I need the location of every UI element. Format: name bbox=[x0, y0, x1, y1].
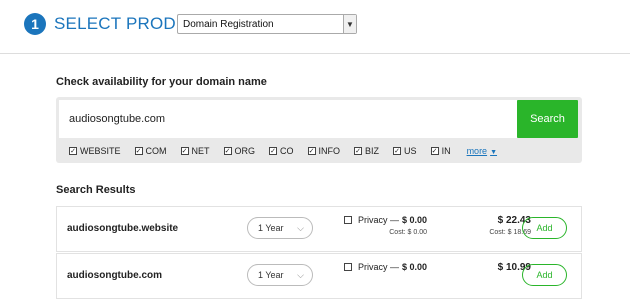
term-value: 1 Year bbox=[258, 270, 284, 280]
tld-option-net[interactable]: ✓ NET bbox=[180, 146, 210, 156]
tld-option-biz[interactable]: ✓ BIZ bbox=[354, 146, 379, 156]
caret-down-icon: ▼ bbox=[490, 149, 498, 156]
privacy-option: Privacy — $ 0.00 Cost: $ 0.00 bbox=[344, 215, 427, 236]
tld-option-us[interactable]: ✓ US bbox=[393, 146, 417, 156]
tld-option-info[interactable]: ✓ INFO bbox=[307, 146, 341, 156]
tld-filter-row: ✓ WEBSITE ✓ COM ✓ NET ✓ ORG ✓ CO ✓ INFO ✓ BIZ ✓… bbox=[69, 145, 497, 157]
tld-option-in[interactable]: ✓ IN bbox=[430, 146, 451, 156]
domain-price: $ 10.99 bbox=[453, 262, 531, 276]
tld-option-co[interactable]: ✓ CO bbox=[269, 146, 294, 156]
domain-price: $ 22.43 Cost: $ 18.69 bbox=[453, 215, 531, 236]
add-button[interactable]: Add bbox=[522, 264, 567, 286]
tld-label: CO bbox=[280, 146, 294, 156]
checkbox-icon[interactable]: ✓ bbox=[354, 147, 363, 155]
domain-search-panel: audiosongtube.com Search ✓ WEBSITE ✓ COM ✓… bbox=[56, 97, 582, 163]
chevron-down-icon: ▼ bbox=[343, 15, 356, 33]
privacy-price: $ 0.00 bbox=[402, 262, 428, 272]
tld-label: US bbox=[404, 146, 417, 156]
privacy-label: Privacy — bbox=[358, 215, 400, 225]
privacy-label: Privacy — bbox=[358, 262, 400, 272]
tld-label: INFO bbox=[318, 146, 341, 156]
privacy-option: Privacy — $ 0.00 bbox=[344, 262, 427, 276]
chevron-down-icon: ⌵ bbox=[297, 270, 304, 280]
more-tlds-link[interactable]: more ▼ bbox=[467, 146, 497, 156]
tld-option-com[interactable]: ✓ COM bbox=[134, 146, 167, 156]
product-select[interactable]: Domain Registration ▼ bbox=[177, 14, 357, 34]
privacy-checkbox[interactable] bbox=[344, 263, 352, 271]
checkbox-icon[interactable]: ✓ bbox=[269, 147, 278, 155]
privacy-cost: Cost: $ 0.00 bbox=[389, 229, 427, 236]
step-number-badge: 1 bbox=[24, 13, 46, 35]
privacy-price: $ 0.00 bbox=[402, 215, 428, 225]
privacy-checkbox[interactable] bbox=[344, 216, 352, 224]
domain-search-input[interactable]: audiosongtube.com bbox=[59, 100, 517, 138]
checkbox-icon[interactable]: ✓ bbox=[393, 147, 402, 155]
price-value: $ 22.43 bbox=[497, 215, 531, 226]
checkbox-icon[interactable]: ✓ bbox=[307, 147, 316, 155]
term-value: 1 Year bbox=[258, 223, 284, 233]
checkbox-icon[interactable]: ✓ bbox=[223, 147, 232, 155]
availability-title: Check availability for your domain name bbox=[56, 76, 267, 88]
checkbox-icon[interactable]: ✓ bbox=[134, 147, 143, 155]
price-value: $ 10.99 bbox=[497, 262, 531, 273]
more-label: more bbox=[466, 146, 488, 156]
chevron-down-icon: ⌵ bbox=[297, 223, 304, 233]
tld-option-website[interactable]: ✓ WEBSITE bbox=[69, 146, 121, 156]
term-select[interactable]: 1 Year ⌵ bbox=[247, 217, 313, 239]
result-row: audiosongtube.website 1 Year ⌵ Privacy —… bbox=[56, 206, 582, 252]
result-domain: audiosongtube.website bbox=[67, 223, 179, 234]
tld-label: COM bbox=[145, 146, 167, 156]
tld-label: NET bbox=[191, 146, 210, 156]
product-select-value: Domain Registration bbox=[183, 18, 274, 30]
search-button[interactable]: Search bbox=[517, 100, 578, 138]
result-row: audiosongtube.com 1 Year ⌵ Privacy — $ 0… bbox=[56, 253, 582, 299]
tld-label: WEBSITE bbox=[80, 146, 121, 156]
tld-label: BIZ bbox=[365, 146, 380, 156]
add-button[interactable]: Add bbox=[522, 217, 567, 239]
tld-label: IN bbox=[441, 146, 451, 156]
checkbox-icon[interactable]: ✓ bbox=[430, 147, 439, 155]
checkbox-icon[interactable]: ✓ bbox=[180, 147, 189, 155]
term-select[interactable]: 1 Year ⌵ bbox=[247, 264, 313, 286]
tld-label: ORG bbox=[234, 146, 256, 156]
result-domain: audiosongtube.com bbox=[67, 270, 162, 281]
results-title: Search Results bbox=[56, 184, 136, 196]
tld-option-org[interactable]: ✓ ORG bbox=[223, 146, 256, 156]
checkbox-icon[interactable]: ✓ bbox=[69, 147, 77, 155]
price-cost: Cost: $ 18.69 bbox=[489, 229, 531, 236]
divider bbox=[0, 53, 630, 54]
